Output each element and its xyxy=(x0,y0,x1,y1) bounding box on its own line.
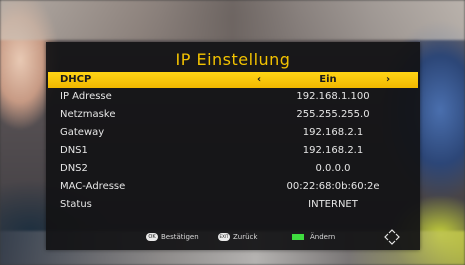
ip-settings-dialog: IP Einstellung DHCP ‹ Ein › IP Adresse 1… xyxy=(46,42,420,250)
exit-button-icon: EXIT xyxy=(218,233,230,241)
row-value: 192.168.1.100 xyxy=(296,91,370,102)
ok-button-icon: OK xyxy=(146,233,158,241)
change-hint[interactable]: Ändern xyxy=(292,233,335,241)
row-value: INTERNET xyxy=(308,199,358,210)
dialog-title: IP Einstellung xyxy=(175,50,291,69)
confirm-label: Bestätigen xyxy=(161,233,199,241)
right-arrow-icon[interactable]: › xyxy=(386,72,390,88)
back-label: Zurück xyxy=(233,233,258,241)
confirm-hint[interactable]: OK Bestätigen xyxy=(146,233,199,241)
left-arrow-icon[interactable]: ‹ xyxy=(257,72,261,88)
row-label: Netzmaske xyxy=(60,109,116,120)
row-value: 192.168.2.1 xyxy=(302,145,364,156)
row-ip-address[interactable]: IP Adresse 192.168.1.100 xyxy=(48,88,418,106)
row-netmask[interactable]: Netzmaske 255.255.255.0 xyxy=(48,106,418,124)
settings-list: DHCP ‹ Ein › IP Adresse 192.168.1.100 Ne… xyxy=(48,72,418,214)
row-mac-address: MAC-Adresse 00:22:68:0b:60:2e xyxy=(48,178,418,196)
background-top xyxy=(0,0,465,40)
row-gateway[interactable]: Gateway 192.168.2.1 xyxy=(48,124,418,142)
row-label: IP Adresse xyxy=(60,91,112,102)
nav-arrows-icon xyxy=(384,229,400,245)
back-hint[interactable]: EXIT Zurück xyxy=(218,233,257,241)
row-value: 0.0.0.0 xyxy=(315,163,351,174)
row-dns1[interactable]: DNS1 192.168.2.1 xyxy=(48,142,418,160)
row-label: Gateway xyxy=(60,127,105,138)
row-value: 00:22:68:0b:60:2e xyxy=(286,181,380,192)
row-value: 255.255.255.0 xyxy=(296,109,370,120)
row-value: Ein xyxy=(319,74,337,85)
row-status: Status INTERNET xyxy=(48,196,418,214)
row-value: 192.168.2.1 xyxy=(302,127,364,138)
row-dns2[interactable]: DNS2 0.0.0.0 xyxy=(48,160,418,178)
change-label: Ändern xyxy=(310,233,336,241)
row-dhcp[interactable]: DHCP ‹ Ein › xyxy=(48,72,418,88)
row-label: DNS2 xyxy=(60,163,88,174)
green-key-icon xyxy=(292,234,304,240)
footer-help-bar: OK Bestätigen EXIT Zurück Ändern xyxy=(46,224,420,250)
row-label: DNS1 xyxy=(60,145,88,156)
row-label: MAC-Adresse xyxy=(60,181,126,192)
row-label: DHCP xyxy=(60,74,92,85)
row-label: Status xyxy=(60,199,92,210)
